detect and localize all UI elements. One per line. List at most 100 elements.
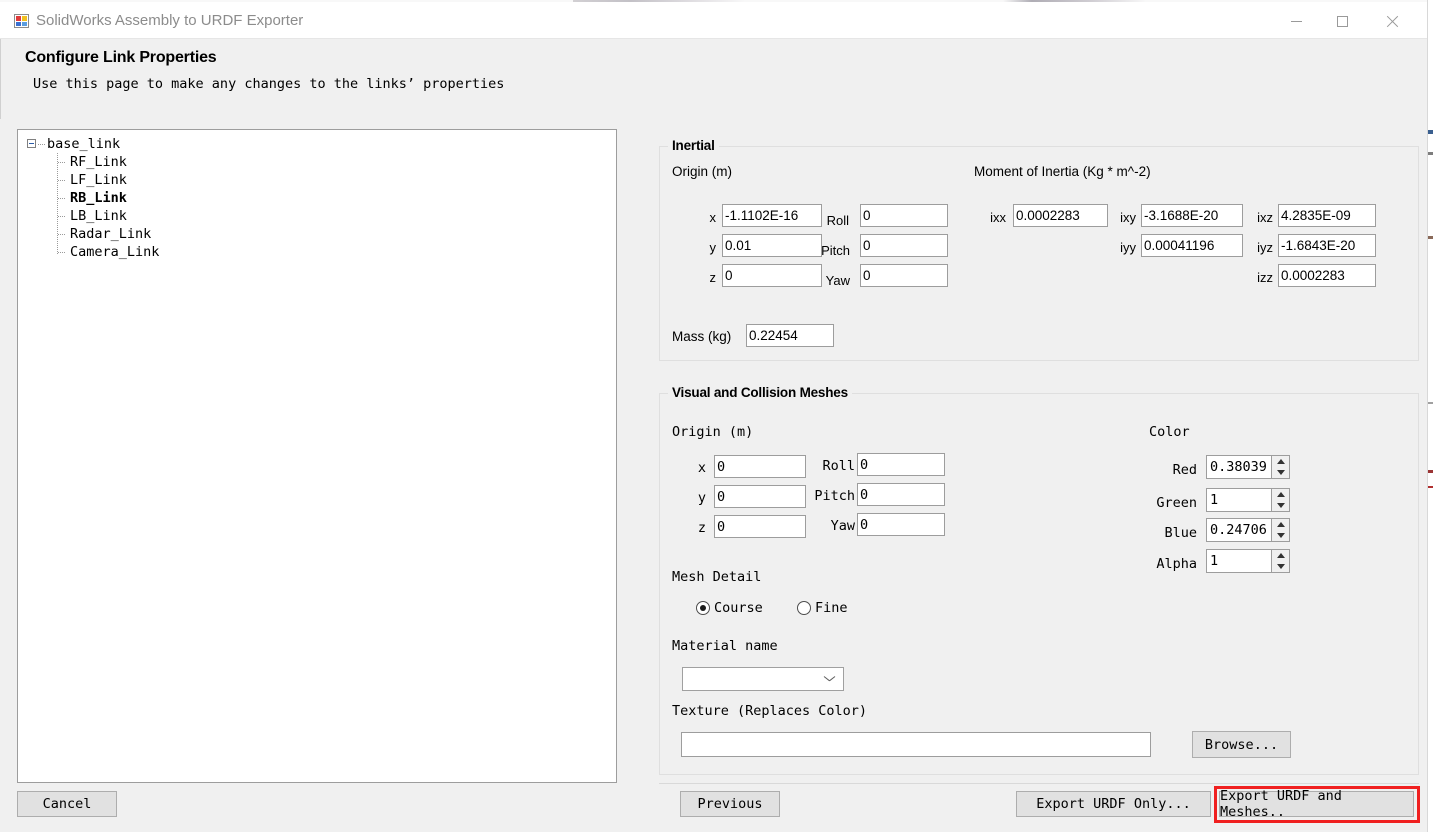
color-green-label: Green xyxy=(1133,495,1197,511)
title-bar: SolidWorks Assembly to URDF Exporter xyxy=(0,2,1427,39)
mesh-yaw-input[interactable] xyxy=(857,513,945,536)
link-tree-panel[interactable]: base_link RF_Link LF_Link RB_Link LB_Lin… xyxy=(17,129,617,783)
meshes-group-title: Visual and Collision Meshes xyxy=(668,385,852,400)
iyy-label: iyy xyxy=(1112,240,1136,255)
previous-button[interactable]: Previous xyxy=(680,791,780,817)
inertial-pitch-input[interactable] xyxy=(860,234,948,257)
mesh-origin-x-input[interactable] xyxy=(714,455,806,478)
browse-button[interactable]: Browse... xyxy=(1192,731,1291,758)
mesh-origin-z-label: z xyxy=(690,520,706,536)
export-urdf-and-meshes-button[interactable]: Export URDF and Meshes.. xyxy=(1219,791,1414,817)
chevron-down-icon[interactable] xyxy=(825,676,834,681)
mesh-origin-z-input[interactable] xyxy=(714,515,806,538)
tree-item-label: LF_Link xyxy=(70,171,127,189)
color-green-spinner[interactable] xyxy=(1206,488,1290,512)
spinner-down-icon[interactable] xyxy=(1272,530,1289,541)
close-button[interactable] xyxy=(1369,4,1415,38)
iyz-input[interactable] xyxy=(1278,234,1376,257)
application-window: SolidWorks Assembly to URDF Exporter Con… xyxy=(0,0,1433,832)
minimize-button[interactable] xyxy=(1273,4,1319,38)
bg-fleck xyxy=(1428,236,1433,239)
footer-divider xyxy=(659,783,1419,784)
inertial-origin-z-input[interactable] xyxy=(722,264,822,287)
color-red-spin-buttons[interactable] xyxy=(1271,456,1289,478)
spinner-down-icon[interactable] xyxy=(1272,500,1289,511)
background-window-right-sliver xyxy=(1427,0,1433,832)
color-blue-spin-buttons[interactable] xyxy=(1271,519,1289,541)
tree-connector xyxy=(58,162,65,163)
spinner-up-icon[interactable] xyxy=(1272,550,1289,561)
mass-input[interactable] xyxy=(746,324,834,347)
color-red-input[interactable] xyxy=(1207,456,1271,478)
mesh-origin-y-input[interactable] xyxy=(714,485,806,508)
ixy-input[interactable] xyxy=(1141,204,1243,227)
mesh-roll-input[interactable] xyxy=(857,453,945,476)
tree-item-label: RB_Link xyxy=(70,189,127,207)
spinner-up-icon[interactable] xyxy=(1272,519,1289,530)
tree-expander-collapse-icon[interactable] xyxy=(27,139,36,148)
inertial-origin-x-label: x xyxy=(700,210,716,225)
maximize-button[interactable] xyxy=(1319,4,1365,38)
tree-item-label: base_link xyxy=(47,135,120,153)
inertial-roll-label: Roll xyxy=(817,213,849,228)
mesh-detail-fine-label: Fine xyxy=(815,600,848,616)
material-name-combobox[interactable] xyxy=(682,667,844,691)
mesh-detail-title: Mesh Detail xyxy=(672,569,761,585)
bg-fleck xyxy=(1428,130,1433,134)
spinner-down-icon[interactable] xyxy=(1272,467,1289,478)
spinner-down-icon[interactable] xyxy=(1272,561,1289,572)
mesh-pitch-input[interactable] xyxy=(857,483,945,506)
window-title: SolidWorks Assembly to URDF Exporter xyxy=(36,12,303,29)
export-urdf-and-meshes-label: Export URDF and Meshes.. xyxy=(1220,788,1413,820)
ixz-input[interactable] xyxy=(1278,204,1376,227)
radio-course-icon[interactable] xyxy=(696,601,710,615)
ixx-label: ixx xyxy=(982,210,1006,225)
inertial-roll-input[interactable] xyxy=(860,204,948,227)
export-urdf-only-button[interactable]: Export URDF Only... xyxy=(1016,791,1211,817)
inertial-origin-x-input[interactable] xyxy=(722,204,822,227)
color-red-label: Red xyxy=(1143,462,1197,478)
moment-of-inertia-title: Moment of Inertia (Kg * m^-2) xyxy=(974,164,1151,179)
izz-input[interactable] xyxy=(1278,264,1376,287)
bg-fleck xyxy=(1428,152,1433,155)
color-green-spin-buttons[interactable] xyxy=(1271,489,1289,511)
mesh-origin-title: Origin (m) xyxy=(672,424,753,440)
inertial-group: Inertial Origin (m) Moment of Inertia (K… xyxy=(659,146,1419,361)
inertial-origin-y-input[interactable] xyxy=(722,234,822,257)
color-title: Color xyxy=(1149,424,1190,440)
ixx-input[interactable] xyxy=(1013,204,1108,227)
mesh-roll-label: Roll xyxy=(813,458,855,474)
color-alpha-spin-buttons[interactable] xyxy=(1271,550,1289,572)
cancel-button[interactable]: Cancel xyxy=(17,791,117,817)
minimize-icon xyxy=(1291,21,1302,22)
radio-fine-icon[interactable] xyxy=(797,601,811,615)
color-red-spinner[interactable] xyxy=(1206,455,1290,479)
tree-connector xyxy=(58,180,65,181)
inertial-yaw-input[interactable] xyxy=(860,264,948,287)
tree-item-label: Camera_Link xyxy=(70,243,159,261)
browse-button-label: Browse... xyxy=(1205,737,1278,753)
mass-label: Mass (kg) xyxy=(672,329,731,344)
iyy-input[interactable] xyxy=(1141,234,1243,257)
color-blue-spinner[interactable] xyxy=(1206,518,1290,542)
previous-button-label: Previous xyxy=(697,796,762,812)
mesh-origin-y-label: y xyxy=(690,490,706,506)
page-subtitle: Use this page to make any changes to the… xyxy=(33,76,504,92)
cancel-button-label: Cancel xyxy=(43,796,92,812)
tree-item-label: RF_Link xyxy=(70,153,127,171)
tree-item-label: Radar_Link xyxy=(70,225,151,243)
spinner-up-icon[interactable] xyxy=(1272,489,1289,500)
color-blue-input[interactable] xyxy=(1207,519,1271,541)
mesh-yaw-label: Yaw xyxy=(813,518,855,534)
color-alpha-input[interactable] xyxy=(1207,550,1271,572)
color-alpha-spinner[interactable] xyxy=(1206,549,1290,573)
app-window-icon xyxy=(14,13,30,29)
inertial-origin-y-label: y xyxy=(700,240,716,255)
inertial-group-title: Inertial xyxy=(668,138,719,153)
color-green-input[interactable] xyxy=(1207,489,1271,511)
tree-connector xyxy=(58,234,65,235)
tree-connector xyxy=(58,198,65,199)
texture-path-input[interactable] xyxy=(681,732,1151,757)
export-urdf-only-label: Export URDF Only... xyxy=(1036,796,1190,812)
spinner-up-icon[interactable] xyxy=(1272,456,1289,467)
